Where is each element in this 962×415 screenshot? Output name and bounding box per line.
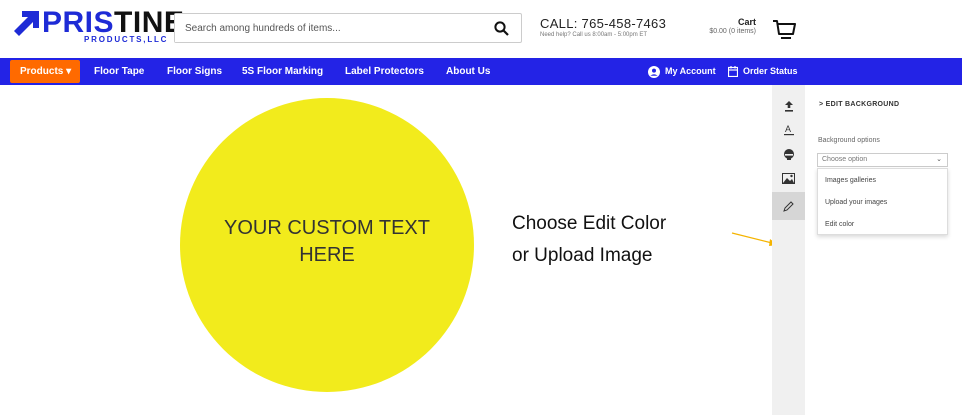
calendar-icon [728,66,738,77]
cart-title: Cart [737,17,756,27]
pencil-icon [783,200,794,212]
phone-number[interactable]: CALL: 765-458-7463 [540,16,666,31]
products-menu-button[interactable]: Products ▾ [10,60,80,83]
logo-subtitle: PRODUCTS,LLC [84,35,169,44]
panel-title[interactable]: > EDIT BACKGROUND [819,101,899,108]
search-input[interactable] [175,14,475,42]
nav-item-floor-signs[interactable]: Floor Signs [167,58,222,85]
shapes-tool-button[interactable] [772,142,805,166]
cart-icon [773,20,796,39]
cart-button[interactable]: Cart $0.00 (0 items) [706,17,796,43]
pristine-logo[interactable]: PRISTINE PRODUCTS,LLC [14,6,184,48]
nav-item-floor-tape[interactable]: Floor Tape [94,58,144,85]
cart-price: $0.00 (0 items) [709,28,756,35]
caret-down-icon: ▾ [66,66,72,77]
custom-text-element[interactable]: YOUR CUSTOM TEXT HERE [180,215,474,269]
search-icon[interactable] [494,21,509,36]
chevron-down-icon: ⌄ [936,156,942,163]
edit-background-panel: > EDIT BACKGROUND Background options Cho… [805,85,962,415]
my-account-link[interactable]: My Account [648,58,716,85]
main-nav: Products ▾ Floor Tape Floor Signs 5S Flo… [0,58,962,85]
option-edit-color[interactable]: Edit color [825,221,854,228]
nav-item-5s-floor-marking[interactable]: 5S Floor Marking [242,58,323,85]
user-icon [648,65,660,78]
text-tool-button[interactable]: A [772,118,805,142]
search-bar [174,13,522,43]
nav-item-label-protectors[interactable]: Label Protectors [345,58,424,85]
instruction-annotation: Choose Edit Color or Upload Image [512,213,667,266]
editor-toolbar: A [772,85,805,415]
logo-arrow-icon [14,11,39,36]
design-canvas[interactable]: YOUR CUSTOM TEXT HERE Choose Edit Color … [0,85,778,415]
upload-icon [784,100,793,112]
background-options-label: Background options [818,137,880,144]
upload-tool-button[interactable] [772,94,805,118]
help-hours: Need help? Call us 8:00am - 5:00pm ET [540,32,648,38]
svg-text:A: A [785,124,791,134]
image-icon [782,172,795,184]
image-tool-button[interactable] [772,166,805,190]
option-images-galleries[interactable]: Images galleries [825,177,876,184]
background-option-select[interactable]: Choose option ⌄ [817,153,948,167]
background-option-dropdown: Images galleries Upload your images Edit… [817,168,948,235]
background-tool-button[interactable] [772,192,805,220]
nav-item-about-us[interactable]: About Us [446,58,490,85]
text-icon: A [783,124,794,136]
call-info: CALL: 765-458-7463 Need help? Call us 8:… [540,16,666,38]
shapes-icon [783,148,794,160]
option-upload-images[interactable]: Upload your images [825,199,887,206]
site-header: PRISTINE PRODUCTS,LLC CALL: 765-458-7463… [0,0,962,58]
order-status-link[interactable]: Order Status [728,58,798,85]
